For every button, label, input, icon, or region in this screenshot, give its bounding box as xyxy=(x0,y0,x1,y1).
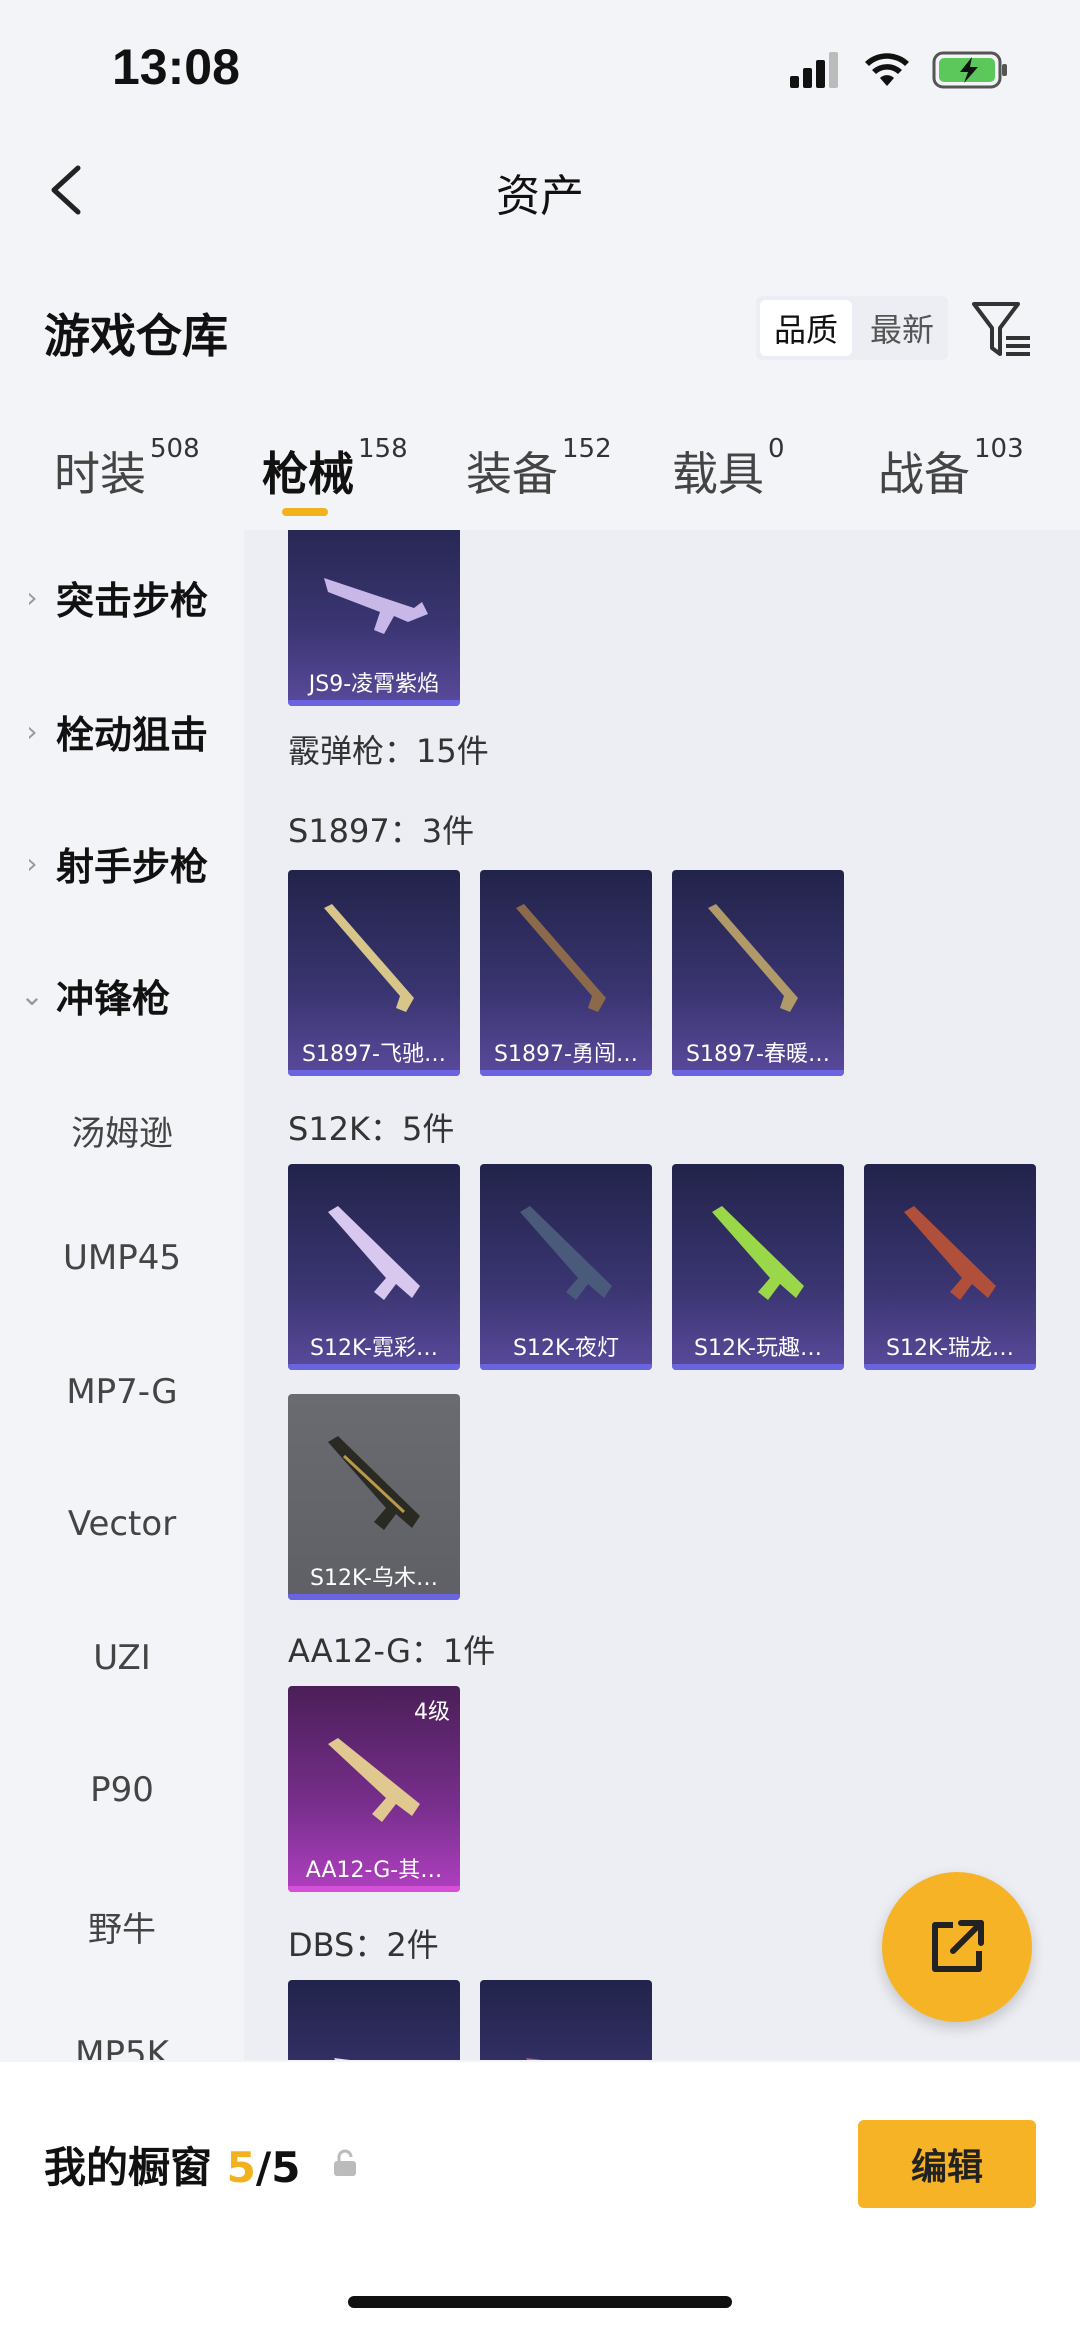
sidebar: › 突击步枪 › 栓动狙击 › 射手步枪 ⌄ 冲锋枪 汤姆逊 UMP45 MP7-G V… xyxy=(0,530,244,2060)
sidebar-category-bolt-sniper[interactable]: › 栓动狙击 xyxy=(20,704,208,759)
showcase-total-count: /5 xyxy=(255,2143,301,2192)
gun-icon xyxy=(516,904,606,1012)
item-card-s12k-1[interactable]: S12K-霓彩… xyxy=(288,1164,460,1370)
gun-icon xyxy=(328,1738,420,1822)
group-label-aa12: AA12-G：1件 xyxy=(288,1632,496,1670)
item-card-s12k-2[interactable]: S12K-夜灯 xyxy=(480,1164,652,1370)
group-label-shotgun: 霰弹枪：15件 xyxy=(288,732,489,770)
gun-icon xyxy=(328,1436,420,1530)
chevron-right-icon: › xyxy=(26,715,38,748)
tab-fashion[interactable]: 时装 508 xyxy=(54,434,200,504)
sidebar-category-assault-rifle[interactable]: › 突击步枪 xyxy=(20,570,208,625)
item-card-s12k-3[interactable]: S12K-玩趣… xyxy=(672,1164,844,1370)
item-grid: JS9-凌霄紫焰 霰弹枪：15件 S1897：3件 S1897-飞驰… S189… xyxy=(244,530,1080,2060)
group-label-s12k: S12K：5件 xyxy=(288,1110,455,1148)
sidebar-item-p90[interactable]: P90 xyxy=(0,1770,244,1810)
home-indicator[interactable] xyxy=(348,2296,732,2308)
gun-icon xyxy=(328,1206,420,1300)
tab-vehicles[interactable]: 载具 0 xyxy=(672,434,785,504)
sidebar-category-smg[interactable]: ⌄ 冲锋枪 xyxy=(20,968,170,1023)
edit-button[interactable]: 编辑 xyxy=(858,2120,1036,2208)
signal-icon xyxy=(790,52,838,88)
gun-icon xyxy=(904,1206,996,1300)
tab-guns[interactable]: 枪械 158 xyxy=(262,434,408,504)
item-card-s1897-2[interactable]: S1897-勇闯… xyxy=(480,870,652,1076)
gun-icon xyxy=(520,1206,612,1300)
item-card-js9[interactable]: JS9-凌霄紫焰 xyxy=(288,530,460,706)
sidebar-category-marksman-rifle[interactable]: › 射手步枪 xyxy=(20,836,208,891)
status-time: 13:08 xyxy=(112,39,240,95)
sort-quality-button[interactable]: 品质 xyxy=(760,300,852,356)
item-card-s1897-1[interactable]: S1897-飞驰… xyxy=(288,870,460,1076)
filter-icon[interactable] xyxy=(970,298,1034,362)
group-label-dbs: DBS：2件 xyxy=(288,1926,439,1964)
showcase-current-count: 5 xyxy=(226,2143,256,2192)
gun-icon xyxy=(526,2058,542,2060)
sort-newest-button[interactable]: 最新 xyxy=(856,296,948,360)
sidebar-item-ump45[interactable]: UMP45 xyxy=(0,1238,244,1278)
showcase-label: 我的橱窗 5/5 xyxy=(44,2143,301,2192)
status-bar: 13:08 xyxy=(0,0,1080,130)
sort-toggle: 品质 最新 xyxy=(756,296,948,360)
item-card-s1897-3[interactable]: S1897-春暖… xyxy=(672,870,844,1076)
active-tab-indicator xyxy=(282,508,328,516)
share-icon xyxy=(932,1920,984,1972)
sidebar-item-uzi[interactable]: UZI xyxy=(0,1638,244,1678)
wifi-icon xyxy=(865,53,909,86)
gun-icon xyxy=(334,2058,350,2060)
share-button[interactable] xyxy=(882,1872,1032,2022)
category-tabs: 时装 508 枪械 158 装备 152 载具 0 战备 103 xyxy=(0,420,1080,530)
chevron-down-icon: ⌄ xyxy=(20,979,44,1012)
gun-icon xyxy=(324,578,428,634)
chevron-right-icon: › xyxy=(26,581,38,614)
item-card-s12k-5[interactable]: S12K-乌木… xyxy=(288,1394,460,1600)
sidebar-item-mp7g[interactable]: MP7-G xyxy=(0,1372,244,1412)
item-card-dbs-1[interactable] xyxy=(288,1980,460,2060)
status-icons xyxy=(790,50,1010,90)
tab-equipment[interactable]: 装备 152 xyxy=(466,434,612,504)
group-label-s1897: S1897：3件 xyxy=(288,812,475,850)
sidebar-item-bizon[interactable]: 野牛 xyxy=(0,1902,244,1951)
sidebar-item-vector[interactable]: Vector xyxy=(0,1504,244,1544)
chevron-right-icon: › xyxy=(26,847,38,880)
page-title: 资产 xyxy=(496,171,584,222)
item-card-dbs-2[interactable] xyxy=(480,1980,652,2060)
item-card-s12k-4[interactable]: S12K-瑞龙… xyxy=(864,1164,1036,1370)
lock-icon xyxy=(334,2149,356,2176)
battery-charging-icon xyxy=(932,51,1007,89)
item-card-aa12-1[interactable]: 4级 AA12-G-其… xyxy=(288,1686,460,1892)
sidebar-item-mp5k[interactable]: MP5K xyxy=(0,2034,244,2060)
gun-icon xyxy=(708,904,798,1012)
gun-icon xyxy=(712,1206,804,1300)
nav-bar: 资产 xyxy=(0,130,1080,250)
warehouse-title: 游戏仓库 xyxy=(44,309,228,363)
tab-supplies[interactable]: 战备 103 xyxy=(878,434,1024,504)
gun-icon xyxy=(324,904,414,1012)
sidebar-item-thompson[interactable]: 汤姆逊 xyxy=(0,1106,244,1155)
